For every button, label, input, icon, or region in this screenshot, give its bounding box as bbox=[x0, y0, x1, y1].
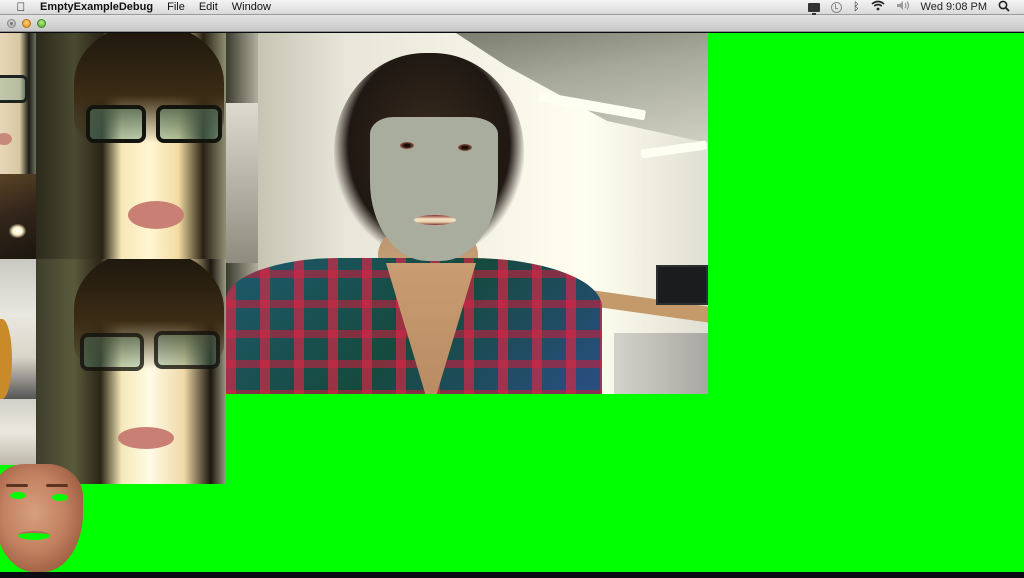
mask-brow-right bbox=[46, 484, 68, 487]
window-minimize-button[interactable] bbox=[22, 19, 31, 28]
thumbnail-strip-lab-room-2 bbox=[0, 399, 36, 465]
webcam-feed-with-face-mask bbox=[226, 33, 708, 394]
lamp-shape bbox=[9, 224, 26, 238]
bluetooth-icon[interactable]: ᛒ bbox=[853, 1, 860, 13]
mouth-shape bbox=[118, 427, 174, 449]
extracted-face-mask bbox=[0, 464, 83, 572]
mouth-shape bbox=[128, 201, 184, 229]
spotlight-search-icon[interactable] bbox=[998, 0, 1010, 15]
menu-file[interactable]: File bbox=[167, 1, 185, 13]
orange-shape bbox=[0, 319, 12, 399]
apple-menu-icon[interactable]:  bbox=[14, 0, 28, 14]
glasses-right-lens bbox=[154, 331, 220, 369]
glasses-right-lens bbox=[156, 105, 222, 143]
thumbnail-strip-ceiling-light bbox=[0, 174, 36, 259]
background-cabinets bbox=[614, 333, 708, 394]
menu-window[interactable]: Window bbox=[232, 1, 271, 13]
window-zoom-button[interactable] bbox=[37, 19, 46, 28]
glasses-icon bbox=[0, 75, 28, 103]
mask-eye-hole-right bbox=[52, 494, 68, 501]
app-menu[interactable]: EmptyExampleDebug bbox=[40, 1, 153, 13]
background-monitor bbox=[656, 265, 708, 305]
mask-brow-left bbox=[6, 484, 28, 487]
desktop-edge bbox=[0, 572, 1024, 578]
window-close-button[interactable] bbox=[7, 19, 16, 28]
mask-mouth-hole bbox=[18, 531, 50, 540]
system-menu-bar:  EmptyExampleDebug File Edit Window ᛒ W… bbox=[0, 0, 1024, 15]
fluorescent-light bbox=[640, 140, 708, 159]
clock[interactable]: Wed 9:08 PM bbox=[921, 1, 987, 13]
source-face-thumbnail-1 bbox=[36, 33, 226, 259]
app-canvas bbox=[0, 33, 1024, 572]
glasses-left-lens bbox=[80, 333, 144, 371]
face-substitution-mask bbox=[370, 117, 498, 261]
status-area: ᛒ Wed 9:08 PM bbox=[807, 0, 1010, 15]
lips-shape bbox=[0, 133, 12, 145]
wifi-icon[interactable] bbox=[871, 0, 885, 14]
mask-mouth bbox=[414, 215, 456, 225]
mask-eye-hole-left bbox=[10, 492, 26, 499]
display-mirroring-icon[interactable] bbox=[807, 2, 820, 15]
window-title-bar[interactable] bbox=[0, 15, 1024, 32]
menu-edit[interactable]: Edit bbox=[199, 1, 218, 13]
time-machine-icon[interactable] bbox=[830, 1, 842, 13]
background-wall bbox=[226, 103, 260, 263]
thumbnail-strip-lab-room bbox=[0, 259, 36, 399]
volume-icon[interactable] bbox=[896, 0, 910, 14]
thumbnail-strip-face-crop bbox=[0, 33, 36, 174]
mask-eye-left bbox=[400, 142, 414, 149]
glasses-left-lens bbox=[86, 105, 146, 143]
mask-eye-right bbox=[458, 144, 472, 151]
source-face-thumbnail-2 bbox=[36, 259, 226, 484]
